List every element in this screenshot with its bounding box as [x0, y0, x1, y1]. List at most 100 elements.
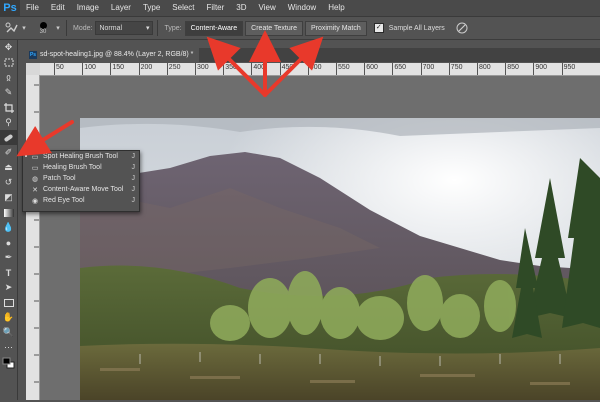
type-tool-icon[interactable]: T: [0, 265, 17, 280]
ruler-tick-label: 650: [394, 64, 407, 71]
brush-tool-icon[interactable]: ✐: [0, 145, 17, 160]
dodge-tool-icon[interactable]: ●: [0, 235, 17, 250]
menu-layer[interactable]: Layer: [105, 0, 137, 16]
marquee-tool-icon[interactable]: [0, 55, 17, 70]
ruler-tick: [138, 63, 140, 75]
ruler-tick-label: 50: [56, 64, 64, 71]
ruler-tick: [561, 63, 563, 75]
more-tools-icon[interactable]: ⋯: [0, 340, 17, 355]
ps-document-icon: Ps: [29, 51, 37, 59]
eraser-tool-icon[interactable]: ◩: [0, 190, 17, 205]
ruler-tick: [364, 63, 366, 75]
flyout-item-patch[interactable]: ◍ Patch Tool J: [23, 173, 139, 184]
rectangle-tool-icon[interactable]: [0, 295, 17, 310]
separator: [157, 20, 159, 36]
document-tab[interactable]: Ps sd-spot-healing1.jpg @ 88.4% (Layer 2…: [26, 48, 200, 62]
ruler-tick-label: 900: [535, 64, 548, 71]
document-canvas[interactable]: [80, 118, 600, 400]
ruler-tick: [279, 63, 281, 75]
move-tool-icon[interactable]: ✥: [0, 40, 17, 55]
menu-select[interactable]: Select: [166, 0, 200, 16]
ruler-tick: [223, 63, 225, 75]
menu-image[interactable]: Image: [71, 0, 105, 16]
ruler-tick: [307, 63, 309, 75]
ruler-tick-label: 550: [338, 64, 350, 71]
document-tab-title: sd-spot-healing1.jpg @ 88.4% (Layer 2, R…: [40, 51, 194, 58]
type-content-aware-button[interactable]: Content-Aware: [184, 20, 244, 36]
spot-healing-brush-icon: ▭: [31, 153, 39, 161]
brush-preset-picker[interactable]: 30: [32, 18, 54, 38]
ruler-tick-label: 400: [253, 64, 266, 71]
flyout-item-red-eye[interactable]: ◉ Red Eye Tool J: [23, 195, 139, 206]
sample-all-layers-checkbox[interactable]: ✓: [373, 23, 384, 33]
ruler-tick-label: 500: [309, 64, 322, 71]
content-aware-move-icon: ✕: [32, 186, 38, 194]
path-selection-tool-icon[interactable]: ➤: [0, 280, 17, 295]
photoshop-logo[interactable]: Ps: [0, 0, 20, 16]
ruler-origin[interactable]: [26, 63, 40, 75]
foreground-background-color-icon[interactable]: [0, 355, 17, 370]
options-bar: ▾ 30 ▾ Mode: Normal ▾ Type: Content-Awar…: [0, 17, 600, 40]
spot-healing-brush-tool-icon[interactable]: [0, 130, 17, 145]
mode-select[interactable]: Normal ▾: [95, 21, 154, 35]
menu-edit[interactable]: Edit: [45, 0, 71, 16]
zoom-tool-icon[interactable]: 🔍: [0, 325, 17, 340]
ruler-tick: [336, 63, 337, 75]
healing-tools-flyout: ▪ ▭ Spot Healing Brush Tool J ▭ Healing …: [22, 150, 140, 212]
ruler-tick-label: 450: [281, 64, 294, 71]
flyout-item-label: Content-Aware Move Tool: [43, 186, 124, 193]
lasso-tool-icon[interactable]: ჲ: [0, 70, 17, 85]
hand-tool-icon[interactable]: ✋: [0, 310, 17, 325]
healing-brush-icon: ▭: [31, 164, 39, 172]
menu-file[interactable]: File: [20, 0, 45, 16]
tool-preset-icon[interactable]: [4, 20, 20, 36]
flyout-item-healing-brush[interactable]: ▭ Healing Brush Tool J: [23, 162, 139, 173]
ruler-tick-label: 750: [450, 64, 463, 71]
tools-panel: ✥ ჲ ✎ ⚲ ✐ ⏏ ↺ ◩ 💧 ● ✒ T ➤ ✋ 🔍 ⋯: [0, 40, 18, 400]
ruler-tick: [54, 63, 55, 75]
ruler-tick: [166, 63, 168, 75]
vertical-ruler[interactable]: [26, 75, 40, 400]
menu-type[interactable]: Type: [137, 0, 166, 16]
menu-filter[interactable]: Filter: [201, 0, 231, 16]
flyout-item-label: Red Eye Tool: [43, 197, 85, 204]
ruler-tick: [251, 63, 253, 75]
ruler-tick-label: 300: [197, 64, 209, 71]
ruler-tick-label: 600: [366, 64, 378, 71]
ruler-tick-label: 950: [563, 64, 576, 71]
menu-view[interactable]: View: [253, 0, 282, 16]
separator: [66, 20, 67, 36]
menu-help[interactable]: Help: [322, 0, 350, 16]
preset-dropdown-chevron-icon[interactable]: ▾: [20, 20, 28, 36]
blur-tool-icon[interactable]: 💧: [0, 220, 17, 235]
type-create-texture-button[interactable]: Create Texture: [245, 20, 303, 36]
shortcut-key: J: [131, 175, 136, 182]
menu-bar: Ps File Edit Image Layer Type Select Fil…: [0, 0, 600, 17]
flyout-item-label: Spot Healing Brush Tool: [43, 153, 118, 160]
menu-window[interactable]: Window: [282, 0, 322, 16]
clone-stamp-tool-icon[interactable]: ⏏: [0, 160, 17, 175]
ruler-tick: [110, 63, 112, 75]
flyout-item-spot-healing-brush[interactable]: ▪ ▭ Spot Healing Brush Tool J: [23, 151, 139, 162]
type-proximity-match-button[interactable]: Proximity Match: [304, 20, 367, 36]
patch-icon: ◍: [31, 175, 39, 183]
history-brush-tool-icon[interactable]: ↺: [0, 175, 17, 190]
gradient-tool-icon[interactable]: [0, 205, 17, 220]
ruler-tick: [392, 63, 394, 75]
brush-dropdown-chevron-icon[interactable]: ▾: [54, 20, 62, 36]
ruler-tick: [477, 63, 478, 75]
pen-tool-icon[interactable]: ✒: [0, 250, 17, 265]
ruler-tick-label: 100: [84, 64, 96, 71]
ruler-tick: [82, 63, 84, 75]
red-eye-icon: ◉: [31, 197, 39, 205]
pressure-size-icon[interactable]: [454, 20, 470, 36]
ruler-tick-label: 700: [422, 64, 435, 71]
quick-selection-tool-icon[interactable]: ✎: [0, 85, 17, 100]
eyedropper-tool-icon[interactable]: ⚲: [0, 115, 17, 130]
ruler-tick: [420, 63, 422, 75]
horizontal-ruler[interactable]: 50 100 150 200 250 300 350 400 450 500 550 600 650 70…: [40, 63, 600, 76]
crop-tool-icon[interactable]: [0, 100, 17, 115]
ruler-tick: [505, 63, 507, 75]
menu-3d[interactable]: 3D: [230, 0, 252, 16]
flyout-item-content-aware-move[interactable]: ✕ Content-Aware Move Tool J: [23, 184, 139, 195]
